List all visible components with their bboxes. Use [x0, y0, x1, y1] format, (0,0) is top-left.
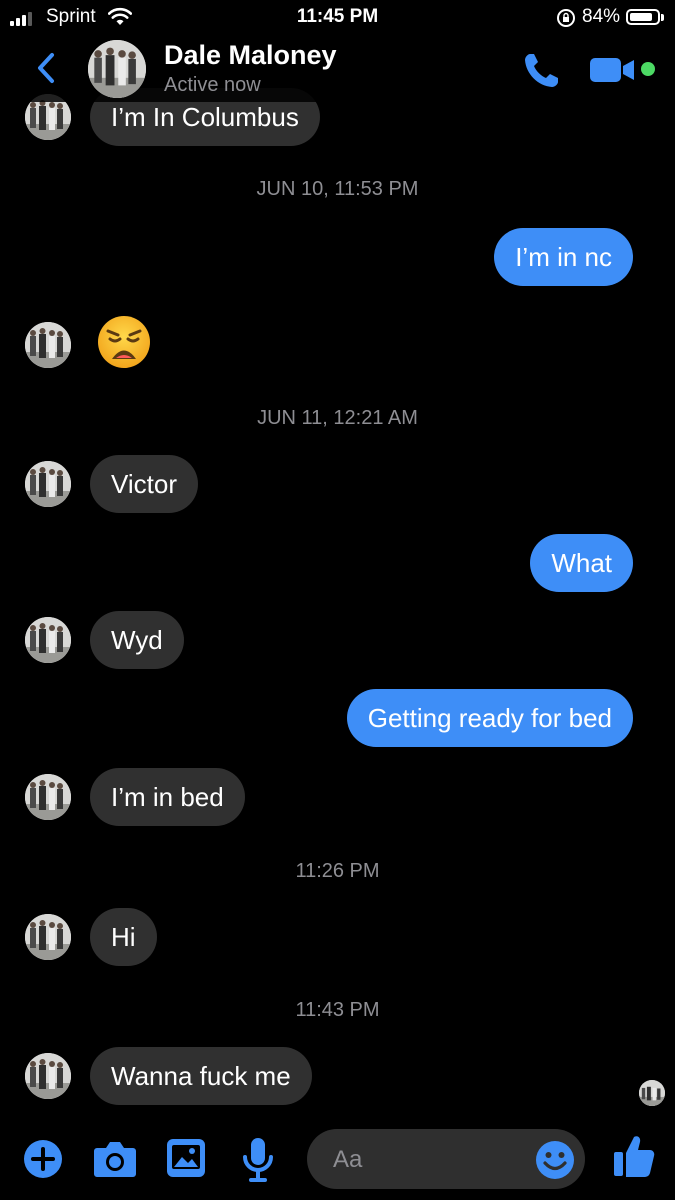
battery-percent: 84%: [582, 6, 621, 27]
message-composer: [0, 1120, 675, 1200]
avatar[interactable]: [25, 322, 71, 368]
outgoing-message[interactable]: What: [530, 534, 633, 592]
seen-avatar: [639, 1080, 665, 1106]
battery-tip: [661, 14, 664, 21]
online-indicator: [641, 62, 655, 76]
outgoing-message[interactable]: Getting ready for bed: [346, 689, 633, 747]
phone-icon[interactable]: [522, 50, 562, 90]
outgoing-message[interactable]: I’m in nc: [494, 228, 633, 286]
battery-icon: [626, 9, 660, 25]
message-input[interactable]: [331, 1129, 525, 1191]
thumbs-up-icon[interactable]: [612, 1133, 656, 1179]
timestamp: 11:43 PM: [295, 999, 380, 1021]
emoji-icon[interactable]: [534, 1139, 576, 1181]
avatar[interactable]: [25, 914, 71, 960]
microphone-icon[interactable]: [242, 1137, 274, 1183]
status-bar: Sprint 11:45 PM 84%: [0, 0, 675, 36]
chevron-left-icon[interactable]: [32, 50, 60, 86]
camera-icon[interactable]: [93, 1140, 137, 1178]
incoming-message[interactable]: Victor: [90, 455, 198, 513]
incoming-message[interactable]: I’m in bed: [90, 768, 245, 826]
conversation-header: Dale Maloney Active now: [0, 36, 675, 102]
timestamp: JUN 10, 11:53 PM: [256, 178, 419, 200]
timestamp: 11:26 PM: [295, 860, 380, 882]
plus-icon[interactable]: [23, 1139, 63, 1179]
avatar[interactable]: [88, 40, 146, 98]
contact-name[interactable]: Dale Maloney: [164, 40, 337, 71]
incoming-message[interactable]: Wyd: [90, 611, 184, 669]
contact-status: Active now: [164, 74, 261, 96]
avatar[interactable]: [25, 617, 71, 663]
incoming-message[interactable]: Hi: [90, 908, 157, 966]
avatar[interactable]: [25, 1053, 71, 1099]
avatar[interactable]: [25, 461, 71, 507]
video-camera-icon[interactable]: [590, 56, 636, 84]
incoming-message[interactable]: Wanna fuck me: [90, 1047, 312, 1105]
weary-face-emoji: [98, 316, 150, 368]
avatar[interactable]: [25, 774, 71, 820]
gallery-icon[interactable]: [166, 1138, 206, 1178]
timestamp: JUN 11, 12:21 AM: [257, 407, 418, 429]
rotation-lock-icon: [557, 9, 575, 27]
